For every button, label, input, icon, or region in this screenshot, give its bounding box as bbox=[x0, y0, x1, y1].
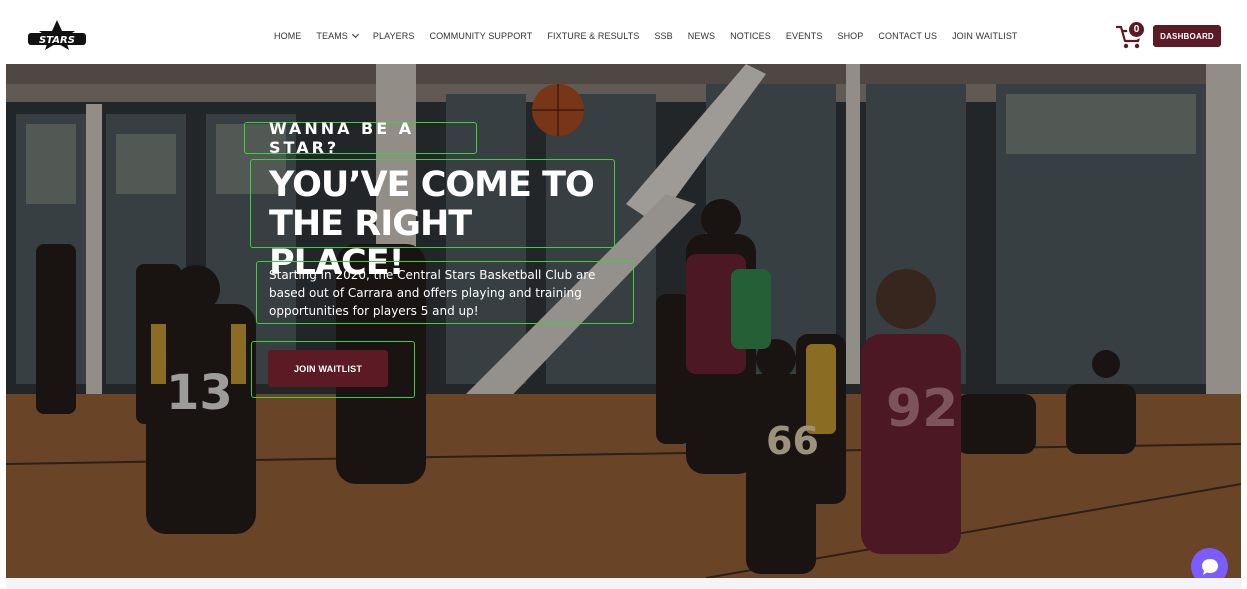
nav-item-label: HOME bbox=[274, 31, 302, 41]
nav-item-notices[interactable]: NOTICES bbox=[730, 31, 771, 41]
nav-item-label: TEAMS bbox=[316, 31, 348, 41]
hero-eyebrow: WANNA BE A STAR? bbox=[244, 119, 477, 157]
hero-headline-line1: YOU’VE COME TO bbox=[269, 165, 595, 205]
nav-item-label: NOTICES bbox=[730, 31, 771, 41]
join-waitlist-button[interactable]: JOIN WAITLIST bbox=[268, 350, 388, 387]
hero-headline: YOU’VE COME TO THE RIGHT PLACE! bbox=[250, 159, 615, 283]
dashboard-button[interactable]: DASHBOARD bbox=[1153, 25, 1221, 47]
nav-item-news[interactable]: NEWS bbox=[688, 31, 715, 41]
chevron-down-icon bbox=[351, 30, 359, 39]
cart-count-badge: 0 bbox=[1127, 20, 1146, 39]
nav-item-label: CONTACT US bbox=[878, 31, 938, 41]
nav-item-shop[interactable]: SHOP bbox=[837, 31, 863, 41]
nav-item-label: JOIN WAITLIST bbox=[952, 31, 1018, 41]
nav-item-teams[interactable]: TEAMS bbox=[316, 30, 359, 41]
nav-item-ssb[interactable]: SSB bbox=[654, 31, 672, 41]
nav-item-label: FIXTURE & RESULTS bbox=[547, 31, 640, 41]
chat-bubble-icon bbox=[1201, 558, 1218, 575]
main-nav: HOME TEAMS PLAYERS COMMUNITY SUPPORT FIXTURE… bbox=[274, 8, 1033, 64]
nav-item-label: COMMUNITY SUPPORT bbox=[429, 31, 533, 41]
nav-item-community-support[interactable]: COMMUNITY SUPPORT bbox=[429, 31, 532, 41]
nav-item-contact-us[interactable]: CONTACT US bbox=[878, 31, 937, 41]
nav-item-label: SSB bbox=[654, 31, 673, 41]
site-header: STARS HOME TEAMS PLAYERS COMMUNITY SUPPORT F… bbox=[6, 8, 1241, 64]
nav-item-events[interactable]: EVENTS bbox=[786, 31, 823, 41]
nav-item-join-waitlist[interactable]: JOIN WAITLIST bbox=[952, 31, 1017, 41]
hero-description: Starting in 2020, the Central Stars Bask… bbox=[256, 261, 634, 324]
nav-item-label: PLAYERS bbox=[372, 31, 415, 41]
page-bottom-strip bbox=[6, 578, 1241, 589]
nav-item-label: EVENTS bbox=[785, 31, 823, 41]
stars-logo[interactable]: STARS bbox=[26, 19, 88, 53]
nav-item-fixture-results[interactable]: FIXTURE & RESULTS bbox=[547, 31, 639, 41]
svg-text:STARS: STARS bbox=[39, 35, 75, 46]
nav-item-label: NEWS bbox=[687, 31, 716, 41]
nav-item-players[interactable]: PLAYERS bbox=[373, 31, 415, 41]
nav-item-label: SHOP bbox=[837, 31, 864, 41]
nav-item-home[interactable]: HOME bbox=[274, 31, 301, 41]
